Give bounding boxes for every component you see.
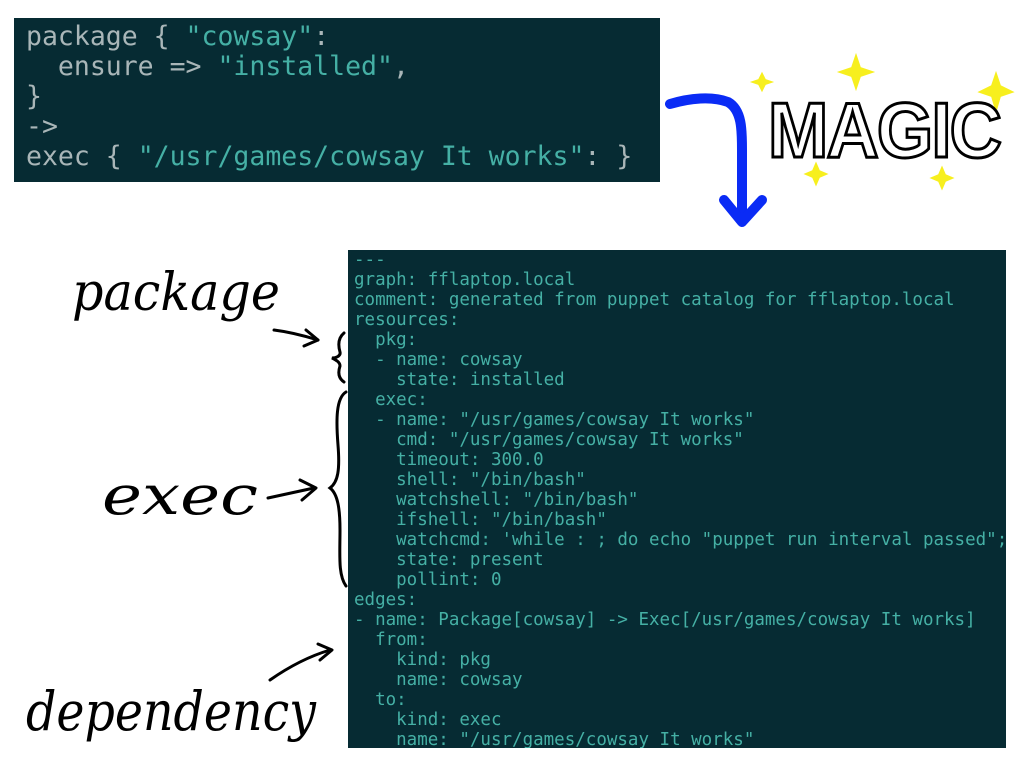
dependency-label: dependency bbox=[26, 680, 317, 743]
yaml-code-line: name: cowsay bbox=[354, 670, 523, 690]
yaml-code-line: kind: pkg bbox=[354, 650, 491, 670]
yaml-code-line: - name: cowsay bbox=[354, 350, 523, 370]
yaml-code-line: from: bbox=[354, 630, 428, 650]
yaml-code-line: comment: generated from puppet catalog f… bbox=[354, 290, 955, 310]
yaml-code-line: kind: exec bbox=[354, 710, 502, 730]
code-string-token: "/usr/games/cowsay It works" bbox=[137, 141, 585, 172]
yaml-code-block: --- graph: fflaptop.local comment: generat… bbox=[348, 250, 1006, 748]
yaml-code-line: edges: bbox=[354, 590, 418, 610]
yaml-code-line: graph: fflaptop.local bbox=[354, 270, 576, 290]
puppet-code-line: ensure => "installed", bbox=[26, 52, 660, 82]
puppet-code-line: } bbox=[26, 82, 660, 112]
package-arrow bbox=[272, 328, 320, 348]
yaml-code-line: timeout: 300.0 bbox=[354, 450, 544, 470]
dependency-arrow bbox=[268, 642, 334, 682]
package-brace bbox=[331, 331, 346, 384]
yaml-code-line: to: bbox=[354, 690, 407, 710]
yaml-code-line: watchshell: "/bin/bash" bbox=[354, 490, 639, 510]
code-token: : } bbox=[584, 141, 633, 172]
code-string-token: "installed" bbox=[217, 51, 393, 82]
yaml-code-line: pkg: bbox=[354, 330, 418, 350]
blue-arrow bbox=[665, 93, 767, 227]
yaml-code-line: exec: bbox=[354, 390, 428, 410]
yaml-code-line: pollint: 0 bbox=[354, 570, 502, 590]
puppet-code-line: -> bbox=[26, 112, 660, 142]
code-token: , bbox=[392, 51, 409, 82]
puppet-code-lines: package { "cowsay": ensure => "installed… bbox=[26, 22, 660, 172]
exec-brace bbox=[327, 390, 348, 588]
code-token: : bbox=[313, 21, 330, 52]
yaml-code-line: - name: "/usr/games/cowsay It works" bbox=[354, 410, 755, 430]
code-token: exec { bbox=[26, 141, 138, 172]
yaml-code-line: resources: bbox=[354, 310, 460, 330]
code-string-token: "cowsay" bbox=[185, 21, 314, 52]
yaml-code-line: state: installed bbox=[354, 370, 565, 390]
yaml-code-line: - name: Package[cowsay] -> Exec[/usr/gam… bbox=[354, 610, 976, 630]
yaml-code-line: shell: "/bin/bash" bbox=[354, 470, 586, 490]
yaml-code-line: cmd: "/usr/games/cowsay It works" bbox=[354, 430, 744, 450]
code-token: ensure => bbox=[26, 51, 218, 82]
yaml-code-line: watchcmd: 'while : ; do echo "puppet run… bbox=[396, 530, 1006, 550]
code-token: } bbox=[26, 81, 42, 112]
magic-sparkles bbox=[749, 52, 1015, 191]
code-token: -> bbox=[26, 111, 58, 142]
exec-arrow bbox=[266, 478, 318, 502]
puppet-code-line: package { "cowsay": bbox=[26, 22, 660, 52]
puppet-code-block: package { "cowsay": ensure => "installed… bbox=[14, 18, 660, 182]
yaml-code-lines: --- graph: fflaptop.local comment: generat… bbox=[354, 250, 1006, 748]
magic-label: MAGIC bbox=[768, 86, 1001, 174]
puppet-code-line: exec { "/usr/games/cowsay It works": } bbox=[26, 142, 660, 172]
code-token: package { bbox=[26, 21, 186, 52]
yaml-code-line: ifshell: "/bin/bash" bbox=[354, 510, 607, 530]
exec-label: exec bbox=[102, 464, 258, 527]
yaml-code-line: --- bbox=[354, 250, 386, 270]
yaml-code-line: state: present bbox=[354, 550, 544, 570]
package-label: package bbox=[72, 263, 280, 323]
yaml-code-line: name: "/usr/games/cowsay It works" bbox=[354, 730, 755, 748]
